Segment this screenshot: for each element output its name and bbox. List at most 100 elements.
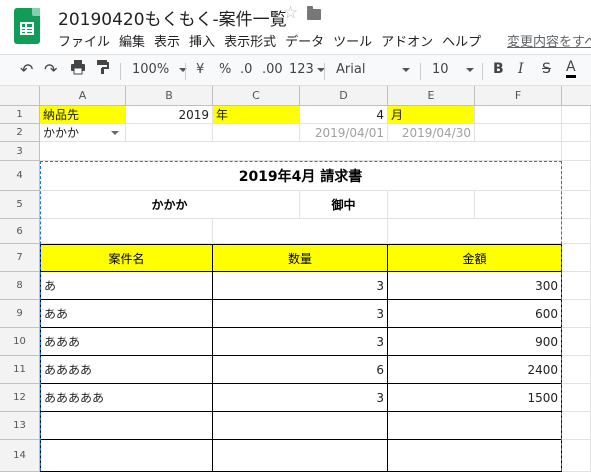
menu-file[interactable]: ファイル [58,31,110,50]
row-header-6[interactable]: 6 [0,219,40,244]
item-name[interactable]: ああああ [40,356,213,384]
item-quantity[interactable]: 3 [213,328,388,356]
cell-d1[interactable]: 4 [300,106,388,124]
column-header-a[interactable]: A [40,86,126,106]
cell-a6[interactable] [40,219,213,244]
column-header-g[interactable] [562,86,591,106]
cell-c1[interactable]: 年 [213,106,300,124]
header-item-name[interactable]: 案件名 [40,244,213,272]
row-header-7[interactable]: 7 [0,244,40,272]
cell-g11[interactable] [562,356,591,384]
last-edit-link[interactable]: 変更内容をすべ [507,31,591,50]
empty-item-amount[interactable] [388,412,562,440]
cell-e2[interactable]: 2019/04/30 [388,124,475,142]
menu-view[interactable]: 表示 [154,31,180,50]
column-header-c[interactable]: C [213,86,300,106]
empty-item-amount[interactable] [388,440,562,472]
cell-g4[interactable] [562,161,591,191]
cell-g6[interactable] [562,219,591,244]
decrease-decimal-button[interactable]: .0 [240,62,252,77]
item-amount[interactable]: 2400 [388,356,562,384]
star-icon[interactable]: ☆ [283,3,298,23]
chevron-down-icon[interactable] [111,131,119,135]
cell-d2[interactable]: 2019/04/01 [300,124,388,142]
row-header-11[interactable]: 11 [0,356,40,384]
empty-item-quantity[interactable] [213,440,388,472]
cell-a2-dropdown[interactable]: かかか [40,124,126,142]
item-amount[interactable]: 900 [388,328,562,356]
redo-icon[interactable]: ↷ [44,60,57,79]
row-header-10[interactable]: 10 [0,328,40,356]
cell-g8[interactable] [562,272,591,300]
column-header-d[interactable]: D [300,86,388,106]
row-header-13[interactable]: 13 [0,412,40,440]
cell-g10[interactable] [562,328,591,356]
cell-g7[interactable] [562,244,591,272]
cell-f1[interactable] [475,106,562,124]
item-amount[interactable]: 600 [388,300,562,328]
cell-e1[interactable]: 月 [388,106,475,124]
print-icon[interactable] [70,59,86,79]
select-all-corner[interactable] [0,86,40,106]
item-quantity[interactable]: 6 [213,356,388,384]
cell-b2[interactable] [126,124,213,142]
row-header-1[interactable]: 1 [0,106,40,124]
cell-e5[interactable] [388,191,475,219]
zoom-select[interactable]: 100% [132,62,188,77]
undo-icon[interactable]: ↶ [20,60,33,79]
item-amount[interactable]: 300 [388,272,562,300]
row-header-9[interactable]: 9 [0,300,40,328]
menu-tools[interactable]: ツール [333,31,372,50]
item-name[interactable]: あああああ [40,384,213,412]
row-header-8[interactable]: 8 [0,272,40,300]
honorific-label[interactable]: 御中 [300,191,388,219]
row-header-5[interactable]: 5 [0,191,40,219]
invoice-title[interactable]: 2019年4月 請求書 [40,161,562,191]
item-quantity[interactable]: 3 [213,384,388,412]
row-3-empty[interactable] [40,142,562,161]
row-header-12[interactable]: 12 [0,384,40,412]
strikethrough-button[interactable]: S [542,61,551,77]
row-header-4[interactable]: 4 [0,161,40,191]
row-header-14[interactable]: 14 [0,440,40,472]
font-select[interactable]: Arial [336,62,412,77]
item-quantity[interactable]: 3 [213,272,388,300]
document-title[interactable]: 20190420もくもく-案件一覧 [58,5,287,30]
menu-addons[interactable]: アドオン [381,31,433,50]
item-name[interactable]: あ [40,272,213,300]
column-header-f[interactable]: F [475,86,562,106]
cell-e6[interactable] [388,219,562,244]
cell-g9[interactable] [562,300,591,328]
cell-g12[interactable] [562,384,591,412]
cell-c2[interactable] [213,124,300,142]
cell-g1[interactable] [562,106,591,124]
increase-decimal-button[interactable]: .00 [262,62,283,77]
percent-format-button[interactable]: % [219,62,231,77]
row-header-3[interactable]: 3 [0,142,40,161]
client-name[interactable]: かかか [40,191,300,219]
menu-edit[interactable]: 編集 [119,31,145,50]
cell-f5[interactable] [475,191,562,219]
column-header-b[interactable]: B [126,86,213,106]
currency-format-button[interactable]: ¥ [196,62,204,77]
more-formats-select[interactable]: 123 [289,62,325,77]
empty-item-name[interactable] [40,440,213,472]
italic-button[interactable]: I [518,61,524,77]
header-quantity[interactable]: 数量 [213,244,388,272]
menu-insert[interactable]: 挿入 [189,31,215,50]
cell-g14[interactable] [562,440,591,472]
empty-item-quantity[interactable] [213,412,388,440]
text-color-button[interactable]: A [566,59,576,78]
folder-icon[interactable] [307,6,321,20]
cell-a1[interactable]: 納品先 [40,106,126,124]
menu-help[interactable]: ヘルプ [442,31,481,50]
empty-item-name[interactable] [40,412,213,440]
menu-data[interactable]: データ [285,31,324,50]
sheets-logo-icon[interactable] [14,8,40,44]
cell-g13[interactable] [562,412,591,440]
row-header-2[interactable]: 2 [0,124,40,142]
bold-button[interactable]: B [493,61,504,77]
item-name[interactable]: ああ [40,300,213,328]
cell-f2[interactable] [475,124,562,142]
header-amount[interactable]: 金額 [388,244,562,272]
